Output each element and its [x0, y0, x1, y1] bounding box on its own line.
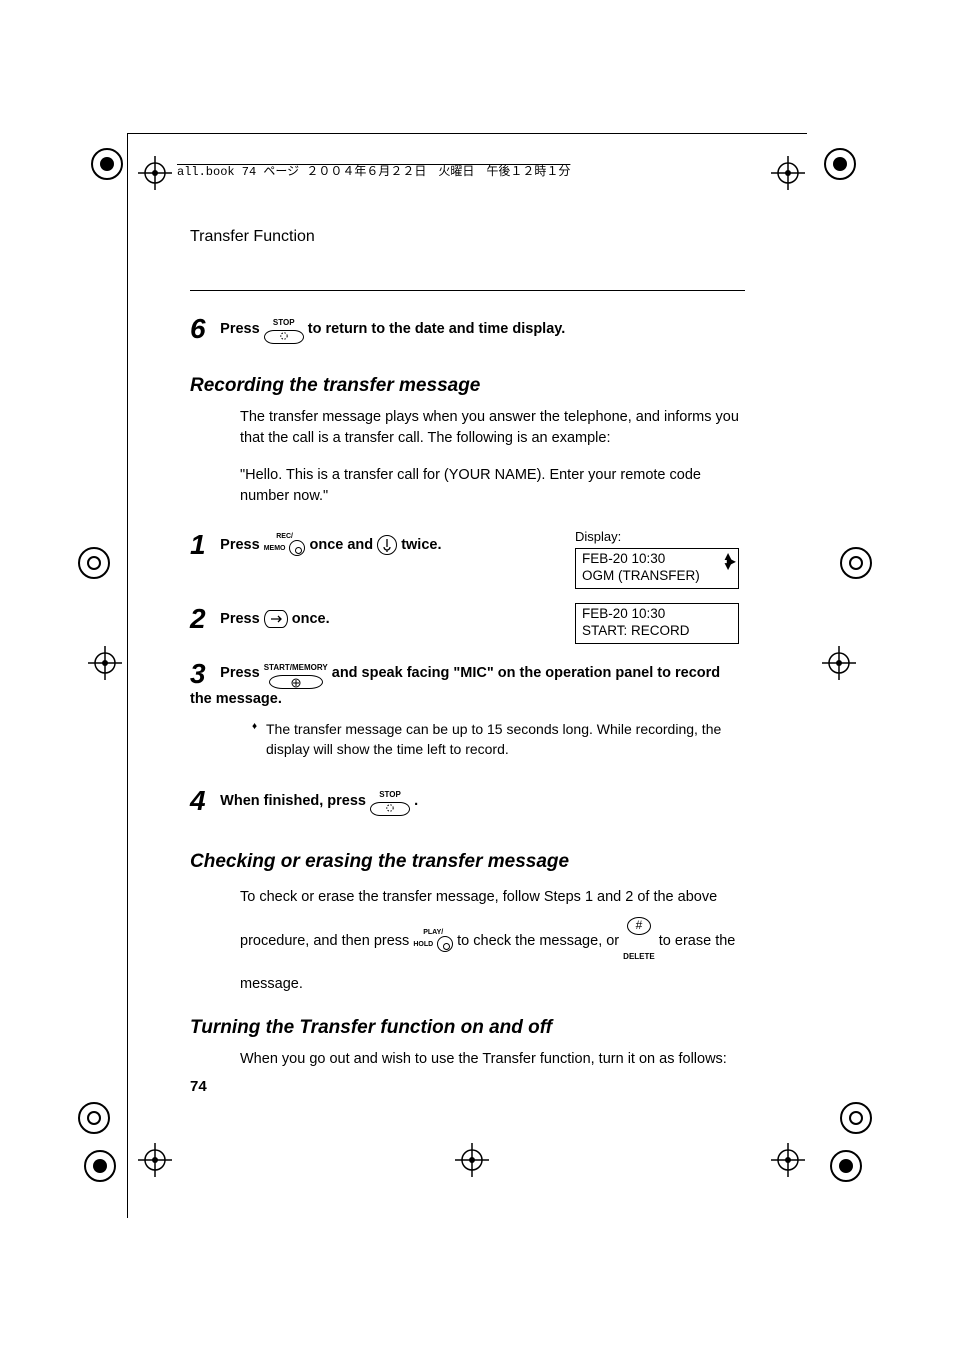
- text: once.: [292, 611, 330, 627]
- text: to check the message, or: [457, 933, 623, 949]
- step-1: 1 Press REC/ MEMO once and twice.: [190, 529, 745, 589]
- step-text: Press once.: [220, 611, 329, 627]
- updown-arrows-icon: ▲▼▶: [722, 551, 734, 571]
- registration-ring-icon: [78, 547, 110, 579]
- oval-button-icon: [370, 802, 410, 816]
- text: When finished, press: [220, 793, 370, 809]
- registration-ring-icon: [84, 1150, 116, 1182]
- bullet-text: The transfer message can be up to 15 sec…: [252, 719, 745, 760]
- button-label: STOP: [379, 790, 401, 799]
- step-3: 3 Press START/MEMORY and speak facing "M…: [190, 658, 745, 760]
- step-number: 3: [190, 658, 216, 690]
- step-number: 4: [190, 785, 216, 817]
- paragraph: When you go out and wish to use the Tran…: [240, 1049, 745, 1070]
- frame-line: [127, 133, 128, 1218]
- text: twice.: [401, 537, 441, 553]
- step-number: 1: [190, 529, 216, 561]
- crosshair-icon: [88, 646, 122, 680]
- step-number: 2: [190, 603, 216, 635]
- step-4: 4 When finished, press STOP .: [190, 785, 745, 817]
- oval-button-icon: [269, 675, 323, 689]
- start-memory-button-icon: START/MEMORY: [264, 658, 328, 690]
- step-number: 6: [190, 313, 216, 345]
- step-6: 6 Press STOP to return to the date and t…: [190, 313, 745, 345]
- button-label: STOP: [273, 318, 295, 327]
- step-text: Press STOP to return to the date and tim…: [220, 321, 565, 337]
- button-label: HOLD: [413, 941, 433, 948]
- text: to return to the date and time display.: [308, 321, 566, 337]
- lcd-line: OGM (TRANSFER): [582, 568, 732, 585]
- step-text: Press START/MEMORY and speak facing "MIC…: [190, 665, 720, 706]
- button-label: DELETE: [623, 952, 655, 961]
- heading-checking: Checking or erasing the transfer message: [190, 851, 745, 873]
- right-arrow-button-icon: [264, 610, 288, 628]
- content-area: 6 Press STOP to return to the date and t…: [190, 290, 745, 1070]
- paragraph: "Hello. This is a transfer call for (YOU…: [240, 465, 745, 507]
- step-2: 2 Press once. FEB-20 10:30 START: RECORD: [190, 603, 745, 644]
- text: Press: [220, 611, 264, 627]
- button-label: START/MEMORY: [264, 663, 328, 672]
- book-header: all.book 74 ページ ２００４年６月２２日 火曜日 午後１２時１分: [177, 162, 570, 179]
- paragraph: To check or erase the transfer message, …: [240, 883, 745, 999]
- display-label: Display:: [575, 529, 745, 544]
- registration-ring-icon: [824, 148, 856, 180]
- play-hold-button-icon: PLAY/ HOLD: [413, 930, 453, 952]
- page-number: 74: [190, 1078, 207, 1095]
- text: To check or erase the transfer message, …: [240, 889, 717, 905]
- mic-button-icon: [377, 535, 397, 555]
- oval-button-icon: [289, 540, 305, 556]
- stop-button-icon: STOP: [370, 785, 410, 817]
- registration-ring-icon: [91, 148, 123, 180]
- paragraph: The transfer message plays when you answ…: [240, 407, 745, 449]
- step-text: When finished, press STOP .: [220, 793, 418, 809]
- text: Press: [220, 321, 264, 337]
- oval-button-icon: [437, 936, 453, 952]
- crosshair-icon: [138, 156, 172, 190]
- lcd-line: FEB-20 10:30: [582, 551, 732, 568]
- lcd-display: FEB-20 10:30 OGM (TRANSFER) ▲▼▶: [575, 548, 739, 589]
- crosshair-icon: [455, 1143, 489, 1177]
- registration-ring-icon: [830, 1150, 862, 1182]
- registration-ring-icon: [840, 547, 872, 579]
- crosshair-icon: [138, 1143, 172, 1177]
- crosshair-icon: [771, 1143, 805, 1177]
- frame-line: [127, 133, 807, 134]
- lcd-line: FEB-20 10:30: [582, 606, 732, 623]
- oval-button-icon: [264, 330, 304, 344]
- book-header-text: all.book 74 ページ ２００４年６月２２日 火曜日 午後１２時１分: [177, 165, 570, 179]
- text: once and: [309, 537, 377, 553]
- heading-recording: Recording the transfer message: [190, 375, 745, 397]
- delete-hash-button-icon: # DELETE: [623, 912, 655, 970]
- button-label: REC/: [276, 533, 293, 540]
- text: procedure, and then press: [240, 933, 413, 949]
- lcd-display: FEB-20 10:30 START: RECORD: [575, 603, 739, 644]
- registration-ring-icon: [840, 1102, 872, 1134]
- rec-memo-button-icon: REC/ MEMO: [264, 534, 306, 556]
- lcd-line: START: RECORD: [582, 623, 732, 640]
- page: all.book 74 ページ ２００４年６月２２日 火曜日 午後１２時１分 T…: [0, 0, 954, 1351]
- registration-ring-icon: [78, 1102, 110, 1134]
- divider: [190, 290, 745, 291]
- text: Press: [220, 665, 264, 681]
- text: .: [414, 793, 418, 809]
- heading-turning: Turning the Transfer function on and off: [190, 1017, 745, 1039]
- hash-button-icon: #: [627, 917, 651, 935]
- stop-button-icon: STOP: [264, 313, 304, 345]
- crosshair-icon: [822, 646, 856, 680]
- text: Press: [220, 537, 264, 553]
- button-label: MEMO: [264, 545, 286, 552]
- step-text: Press REC/ MEMO once and twice.: [220, 537, 441, 553]
- crosshair-icon: [771, 156, 805, 190]
- button-label: PLAY/: [423, 929, 443, 936]
- text: to erase: [659, 933, 715, 949]
- section-title: Transfer Function: [190, 228, 315, 246]
